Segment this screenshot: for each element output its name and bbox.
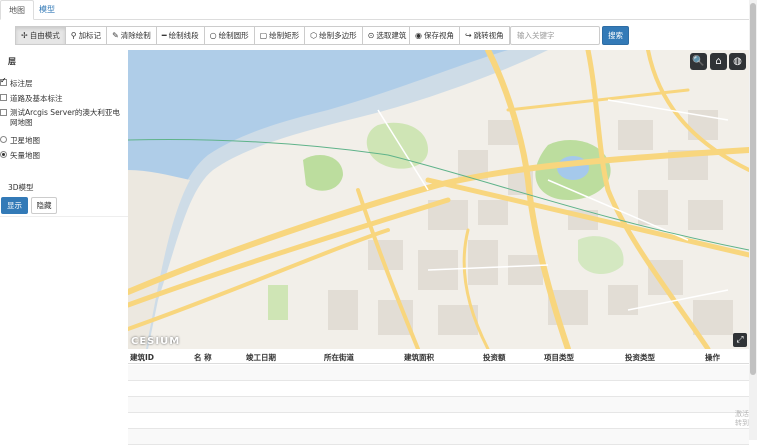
- home-icon[interactable]: ⌂: [710, 53, 727, 70]
- layer-option[interactable]: 标注层: [0, 76, 126, 89]
- rectangle-icon: ▢: [259, 31, 268, 40]
- layer-label: 道路及基本标注: [10, 94, 63, 103]
- toolbar-button-label: 绘制矩形: [269, 31, 300, 40]
- table-row[interactable]: [128, 397, 749, 413]
- column-header[interactable]: 建筑面积: [404, 352, 434, 363]
- toolbar-button[interactable]: ○ 绘制圆形: [204, 26, 255, 45]
- toolbar-button[interactable]: ⊙ 选取建筑: [362, 26, 413, 45]
- layer-option[interactable]: 卫星地图: [0, 135, 126, 146]
- minus-icon: ━: [161, 31, 167, 40]
- move-icon: ✢: [21, 31, 28, 40]
- activation-watermark: 激活 转到: [735, 410, 749, 427]
- layer-label: 测试Arcgis Server的澳大利亚电网地图: [10, 108, 120, 127]
- cesium-logo: CESIUM: [131, 336, 181, 347]
- page-scrollbar[interactable]: [749, 0, 757, 440]
- toolbar-button[interactable]: ⚲ 加标记: [65, 26, 108, 45]
- toolbar-button-label: 加标记: [78, 31, 102, 40]
- map-viewer[interactable]: 🔍 ⌂ ◍ CESIUM ⤢: [128, 50, 749, 349]
- table-row[interactable]: [128, 429, 749, 445]
- eraser-icon: ✎: [112, 31, 119, 40]
- tab-bar: 地图 模型: [0, 0, 749, 20]
- search-button[interactable]: 搜索: [602, 26, 629, 45]
- toolbar-button-label: 绘制圆形: [218, 31, 249, 40]
- layer-panel: 层 标注层道路及基本标注测试Arcgis Server的澳大利亚电网地图卫星地图…: [0, 50, 128, 440]
- table-row[interactable]: [128, 365, 749, 381]
- panel-title: 层: [8, 57, 16, 66]
- draw-toolbar: ✢ 自由模式 ⚲ 加标记 ✎ 清除绘制 ━ 绘制线段 ○ 绘制圆形 ▢ 绘制矩形 ⬡ 绘制多边形 ⊙ 选取建筑: [15, 26, 413, 45]
- toolbar-button-label: 绘制线段: [168, 31, 199, 40]
- map-marker-icon: ⚲: [70, 31, 77, 40]
- column-header[interactable]: 投资额: [483, 352, 506, 363]
- tab-model[interactable]: 模型: [31, 0, 63, 20]
- column-header[interactable]: 所在街道: [324, 352, 354, 363]
- column-header[interactable]: 竣工日期: [246, 352, 276, 363]
- column-header[interactable]: 项目类型: [544, 352, 574, 363]
- search-input[interactable]: 输入关键字: [510, 26, 600, 45]
- share-icon: ↪: [464, 31, 472, 40]
- toolbar-button[interactable]: ✎ 清除绘制: [107, 26, 157, 45]
- layer-label: 矢量地图: [10, 151, 40, 160]
- tab-map[interactable]: 地图: [0, 0, 34, 20]
- layer-option[interactable]: 道路及基本标注: [0, 93, 126, 104]
- toolbar-button[interactable]: ✢ 自由模式: [15, 26, 66, 45]
- show-model-button[interactable]: 显示: [1, 197, 28, 214]
- table-header: 建筑ID 名 称 竣工日期 所在街道 建筑面积 投资额 项目类型 投资类型 操作: [128, 349, 749, 364]
- search-icon[interactable]: 🔍: [690, 53, 707, 70]
- save-view-button[interactable]: ◉ 保存视角: [409, 26, 460, 45]
- scrollbar-thumb[interactable]: [750, 3, 756, 375]
- toolbar-button-label: 跳转视角: [473, 31, 504, 40]
- polygon-map-icon: ⬡: [310, 31, 318, 40]
- layer-label: 标注层: [10, 79, 33, 88]
- column-header[interactable]: 投资类型: [625, 352, 655, 363]
- layer-checkbox[interactable]: [0, 94, 7, 101]
- fullscreen-icon[interactable]: ⤢: [733, 333, 747, 347]
- hide-model-button[interactable]: 隐藏: [31, 197, 57, 214]
- model-section-title: 3D模型: [8, 183, 34, 192]
- column-header[interactable]: 名 称: [194, 352, 212, 363]
- pointer-icon: ⊙: [367, 31, 375, 40]
- column-header[interactable]: 操作: [705, 352, 720, 363]
- eye-icon: ◉: [415, 31, 422, 40]
- divider: [0, 216, 128, 217]
- layer-radio[interactable]: [0, 151, 7, 158]
- map-canvas: [128, 50, 749, 349]
- layer-option[interactable]: 矢量地图: [0, 150, 126, 161]
- toolbar-button-label: 选取建筑: [376, 31, 407, 40]
- toolbar-button-label: 自由模式: [29, 31, 60, 40]
- layer-checkbox[interactable]: [0, 109, 7, 116]
- circle-icon: ○: [209, 31, 217, 40]
- layer-option[interactable]: 测试Arcgis Server的澳大利亚电网地图: [0, 108, 126, 128]
- toolbar-button[interactable]: ⬡ 绘制多边形: [305, 26, 363, 45]
- toolbar-button-label: 绘制多边形: [319, 31, 357, 40]
- building-table: 建筑ID 名 称 竣工日期 所在街道 建筑面积 投资额 项目类型 投资类型 操作: [128, 349, 749, 445]
- toolbar-button[interactable]: ▢ 绘制矩形: [254, 26, 306, 45]
- toolbar-button[interactable]: ━ 绘制线段: [156, 26, 205, 45]
- view-toolbar: ◉ 保存视角 ↪ 跳转视角: [409, 26, 510, 45]
- table-row[interactable]: [128, 381, 749, 397]
- jump-view-button[interactable]: ↪ 跳转视角: [459, 26, 510, 45]
- toolbar-button-label: 清除绘制: [120, 31, 151, 40]
- column-header[interactable]: 建筑ID: [130, 352, 154, 363]
- toolbar-button-label: 保存视角: [423, 31, 454, 40]
- layer-checkbox[interactable]: [0, 76, 7, 86]
- layer-radio[interactable]: [0, 136, 7, 143]
- globe-icon[interactable]: ◍: [729, 53, 746, 70]
- table-row[interactable]: [128, 413, 749, 429]
- layer-label: 卫星地图: [10, 136, 40, 145]
